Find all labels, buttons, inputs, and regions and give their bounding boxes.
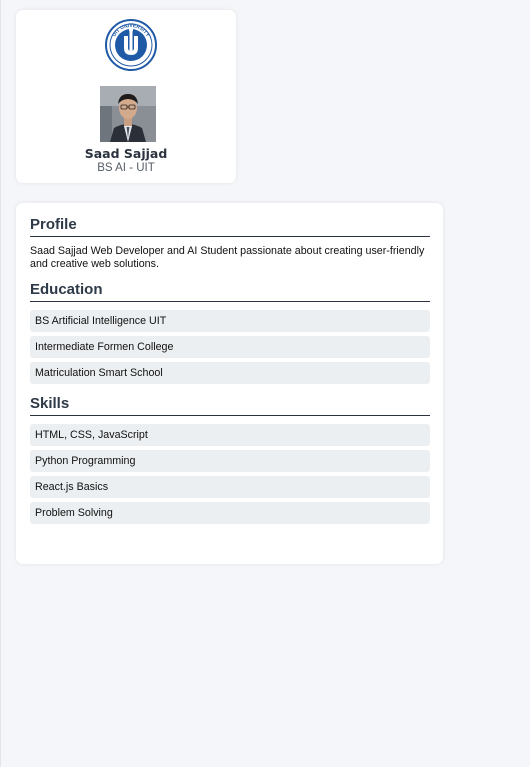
profile-subtitle: BS AI - UIT — [97, 162, 155, 174]
university-logo: UIT UNIVERSITY — [105, 19, 157, 71]
resume-content: Profile Saad Sajjad Web Developer and AI… — [30, 215, 430, 528]
page: UIT UNIVERSITY Saad Sajjad BS AI - UIT P… — [0, 0, 530, 767]
skill-item: Python Programming — [30, 450, 430, 472]
skill-item: React.js Basics — [30, 476, 430, 498]
skills-list: HTML, CSS, JavaScript Python Programming… — [30, 424, 430, 524]
skill-item: Problem Solving — [30, 502, 430, 524]
resume-content-card: Profile Saad Sajjad Web Developer and AI… — [16, 203, 443, 564]
skills-section-title: Skills — [30, 394, 430, 416]
avatar — [100, 86, 156, 142]
education-list: BS Artificial Intelligence UIT Intermedi… — [30, 310, 430, 384]
profile-name: Saad Sajjad — [84, 146, 168, 161]
skill-item: HTML, CSS, JavaScript — [30, 424, 430, 446]
education-section-title: Education — [30, 280, 430, 302]
profile-description: Saad Sajjad Web Developer and AI Student… — [30, 245, 425, 270]
education-item: Intermediate Formen College — [30, 336, 430, 358]
education-item: Matriculation Smart School — [30, 362, 430, 384]
profile-section-title: Profile — [30, 215, 430, 237]
education-item: BS Artificial Intelligence UIT — [30, 310, 430, 332]
profile-header-card: UIT UNIVERSITY Saad Sajjad BS AI - UIT — [16, 10, 236, 183]
